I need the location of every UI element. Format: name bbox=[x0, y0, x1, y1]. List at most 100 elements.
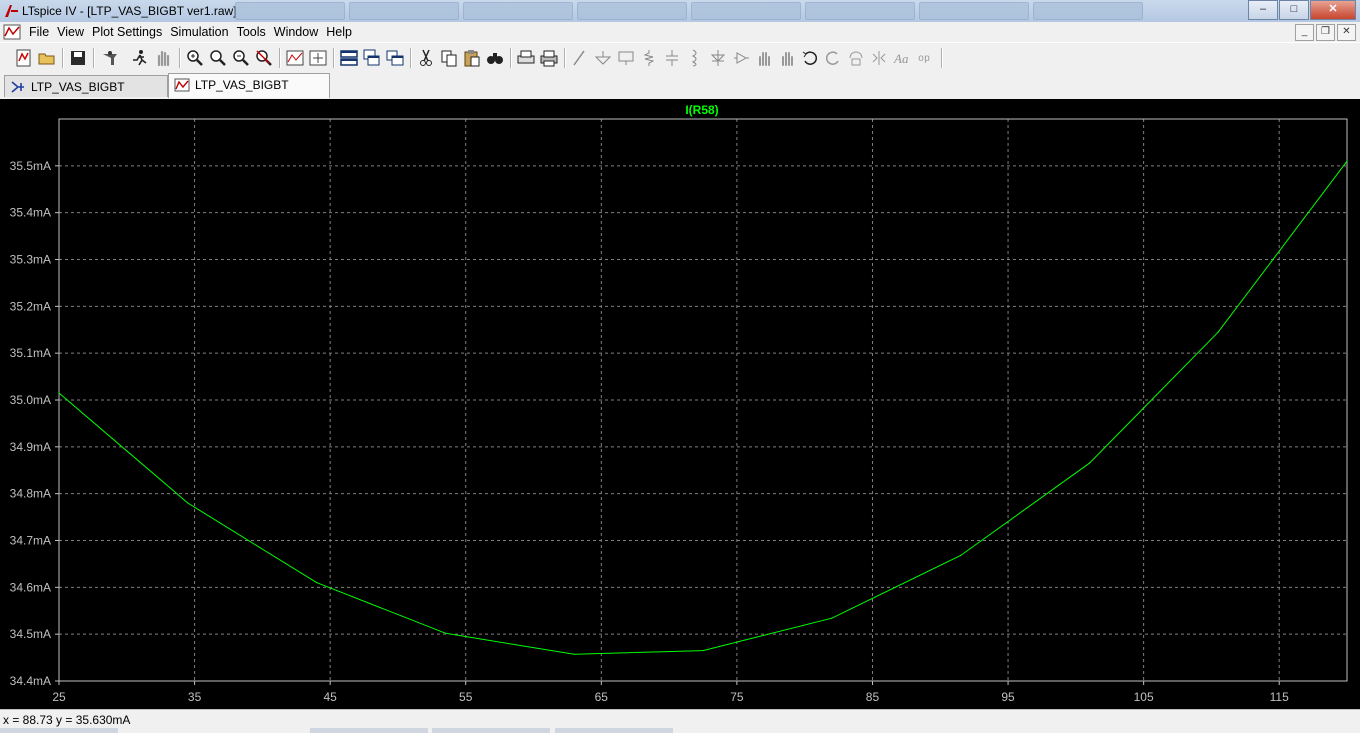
window-maximize-button[interactable]: □ bbox=[1279, 0, 1309, 20]
pan-icon[interactable] bbox=[153, 48, 173, 68]
menu-plot-settings[interactable]: Plot Settings bbox=[90, 25, 168, 39]
print-icon[interactable] bbox=[539, 48, 559, 68]
waveform-plot-pane[interactable]: 34.4mA 34.5mA 34.6mA 34.7mA 34.8mA 34.9mA 35.0… bbox=[0, 99, 1360, 709]
x-tick-label: 35 bbox=[188, 690, 202, 704]
menu-simulation[interactable]: Simulation bbox=[168, 25, 234, 39]
trace-line[interactable] bbox=[58, 160, 1348, 655]
tab-waveform[interactable]: LTP_VAS_BIGBT ver1.raw bbox=[168, 73, 330, 114]
x-tick-label: 75 bbox=[730, 690, 744, 704]
y-tick-label: 35.1mA bbox=[10, 346, 51, 360]
cut-icon[interactable] bbox=[416, 48, 436, 68]
y-axis-ticks: 34.4mA 34.5mA 34.6mA 34.7mA 34.8mA 34.9mA 35.0… bbox=[10, 159, 59, 688]
mdi-minimize-button[interactable]: _ bbox=[1295, 24, 1314, 41]
y-tick-label: 35.5mA bbox=[10, 159, 51, 173]
trace-points bbox=[58, 160, 1348, 655]
capacitor-icon[interactable] bbox=[662, 48, 682, 68]
tile-horizontal-icon[interactable] bbox=[339, 48, 359, 68]
y-tick-label: 34.5mA bbox=[10, 627, 51, 641]
label-icon[interactable] bbox=[616, 48, 636, 68]
document-tabs: LTP_VAS_BIGBT ver1.asc LTP_VAS_BIGBT ver… bbox=[0, 73, 1360, 116]
status-bar: x = 88.73 y = 35.630mA bbox=[0, 709, 1360, 733]
trace-data-point bbox=[573, 653, 575, 655]
x-tick-label: 115 bbox=[1270, 690, 1289, 704]
cascade-icon[interactable] bbox=[362, 48, 382, 68]
cursor-coordinates: x = 88.73 y = 35.630mA bbox=[3, 713, 131, 727]
window-close-button[interactable]: ✕ bbox=[1310, 0, 1356, 20]
menu-view[interactable]: View bbox=[55, 25, 90, 39]
waveform-icon bbox=[174, 78, 190, 92]
print-preview-icon[interactable] bbox=[516, 48, 536, 68]
svg-text:Aa: Aa bbox=[893, 51, 909, 66]
window-minimize-button[interactable]: – bbox=[1248, 0, 1278, 20]
resistor-icon[interactable] bbox=[639, 48, 659, 68]
open-icon[interactable] bbox=[37, 48, 57, 68]
zoom-out-icon[interactable] bbox=[231, 48, 251, 68]
trace-data-point bbox=[444, 632, 446, 634]
menu-window[interactable]: Window bbox=[272, 25, 324, 39]
y-tick-label: 34.4mA bbox=[10, 674, 51, 688]
background-taskbar-tabs bbox=[235, 2, 1235, 20]
mdi-close-button[interactable]: ✕ bbox=[1337, 24, 1356, 41]
window-title: LTspice IV - [LTP_VAS_BIGBT ver1.raw] bbox=[22, 4, 237, 18]
menu-help[interactable]: Help bbox=[324, 25, 358, 39]
new-schematic-icon[interactable] bbox=[14, 48, 34, 68]
mdi-restore-button[interactable]: ❐ bbox=[1316, 24, 1335, 41]
trace-data-point bbox=[831, 617, 833, 619]
zoom-in-icon[interactable] bbox=[185, 48, 205, 68]
spice-directive-icon[interactable]: op bbox=[915, 48, 935, 68]
window-titlebar: LTspice IV - [LTP_VAS_BIGBT ver1.raw] – … bbox=[0, 0, 1360, 23]
plot-grid bbox=[59, 119, 1347, 681]
trace-data-point bbox=[702, 649, 704, 652]
menu-bar: File View Plot Settings Simulation Tools… bbox=[0, 22, 1360, 42]
trace-label[interactable]: I(R58) bbox=[685, 103, 718, 117]
trace-data-point bbox=[187, 502, 189, 504]
x-tick-label: 105 bbox=[1134, 690, 1154, 704]
copy-icon[interactable] bbox=[439, 48, 459, 68]
x-axis-ticks: 25 35 45 55 65 75 85 95 105 115 bbox=[52, 681, 1289, 704]
inductor-icon[interactable] bbox=[685, 48, 705, 68]
y-tick-label: 34.6mA bbox=[10, 580, 51, 594]
run-icon[interactable] bbox=[130, 48, 150, 68]
trace-data-point bbox=[316, 582, 318, 584]
move-icon[interactable] bbox=[754, 48, 774, 68]
mirror-icon[interactable] bbox=[869, 48, 889, 68]
svg-text:op: op bbox=[918, 54, 930, 65]
undo-icon[interactable] bbox=[800, 48, 820, 68]
rotate-icon[interactable] bbox=[846, 48, 866, 68]
zoom-area-icon[interactable] bbox=[208, 48, 228, 68]
y-tick-label: 34.9mA bbox=[10, 440, 51, 454]
control-panel-icon[interactable] bbox=[100, 48, 120, 68]
y-tick-label: 35.2mA bbox=[10, 299, 51, 313]
menu-file[interactable]: File bbox=[27, 25, 55, 39]
x-tick-label: 45 bbox=[323, 690, 337, 704]
x-tick-label: 85 bbox=[866, 690, 880, 704]
waveform-plot[interactable]: 34.4mA 34.5mA 34.6mA 34.7mA 34.8mA 34.9mA 35.0… bbox=[0, 99, 1360, 709]
x-tick-label: 55 bbox=[459, 690, 473, 704]
x-tick-label: 25 bbox=[52, 690, 66, 704]
paste-icon[interactable] bbox=[462, 48, 482, 68]
plot-icon[interactable] bbox=[308, 48, 328, 68]
text-icon[interactable]: Aa bbox=[892, 48, 912, 68]
x-tick-label: 65 bbox=[595, 690, 609, 704]
drag-icon[interactable] bbox=[777, 48, 797, 68]
menu-tools[interactable]: Tools bbox=[235, 25, 272, 39]
trace-data-point bbox=[58, 392, 60, 394]
y-tick-label: 35.4mA bbox=[10, 206, 51, 220]
wire-icon[interactable] bbox=[570, 48, 590, 68]
save-icon[interactable] bbox=[68, 48, 88, 68]
tile-vertical-icon[interactable] bbox=[385, 48, 405, 68]
trace-data-point bbox=[1217, 331, 1219, 333]
diode-icon[interactable] bbox=[708, 48, 728, 68]
waveform-document-icon[interactable] bbox=[3, 24, 21, 40]
zoom-fit-icon[interactable] bbox=[254, 48, 274, 68]
find-icon[interactable] bbox=[485, 48, 505, 68]
component-icon[interactable] bbox=[731, 48, 751, 68]
redo-icon[interactable] bbox=[823, 48, 843, 68]
ground-icon[interactable] bbox=[593, 48, 613, 68]
schematic-icon bbox=[11, 81, 24, 93]
autorange-icon[interactable] bbox=[285, 48, 305, 68]
tab-schematic[interactable]: LTP_VAS_BIGBT ver1.asc bbox=[4, 75, 168, 116]
y-tick-label: 34.8mA bbox=[10, 487, 51, 501]
toolbar: Aa op bbox=[0, 42, 1360, 74]
trace-data-point bbox=[960, 554, 962, 557]
